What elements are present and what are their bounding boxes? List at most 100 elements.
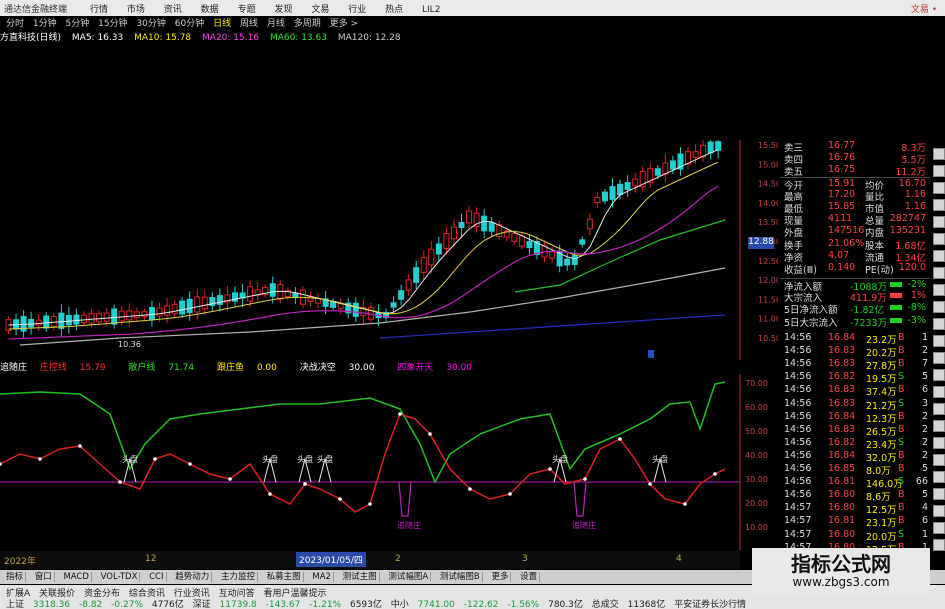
tab-30min[interactable]: 30分钟 bbox=[136, 19, 165, 29]
toolbar-button-icon[interactable] bbox=[933, 386, 945, 398]
tick-count: 3 bbox=[921, 397, 928, 409]
tab-settings[interactable]: 设置 bbox=[518, 572, 541, 582]
toolbar-button-icon[interactable] bbox=[933, 454, 945, 466]
toolbar-button-icon[interactable] bbox=[933, 301, 945, 313]
time-mark: 4 bbox=[676, 554, 682, 564]
index-amount: 4776亿 bbox=[151, 600, 184, 609]
toolbar-button-icon[interactable] bbox=[933, 420, 945, 432]
toolbar-button-icon[interactable] bbox=[933, 267, 945, 279]
tick-count: 6 bbox=[921, 384, 928, 396]
tab-test-b[interactable]: 测试幅图B bbox=[437, 572, 483, 582]
tick-volume: 23.1万 bbox=[866, 518, 897, 530]
toolbar-button-icon[interactable] bbox=[933, 318, 945, 330]
toolbar-button-icon[interactable] bbox=[933, 216, 945, 228]
redacted-area bbox=[0, 44, 945, 140]
tab-vol[interactable]: VOL-TDX bbox=[98, 572, 141, 582]
retail-line bbox=[0, 381, 726, 484]
toolbar-button-icon[interactable] bbox=[933, 335, 945, 347]
tab-ma2[interactable]: MA2 bbox=[310, 572, 334, 582]
tick-volume: 8.6万 bbox=[866, 492, 891, 504]
toolbar-button-icon[interactable] bbox=[933, 488, 945, 500]
toolbar-button-icon[interactable] bbox=[933, 437, 945, 449]
toolbar-button-icon[interactable] bbox=[933, 352, 945, 364]
tick-row: 14:56 16.83 26.5万 B 2 bbox=[780, 424, 930, 438]
low-price-label: 10.36 bbox=[118, 340, 141, 349]
toolbar-button-icon[interactable] bbox=[933, 284, 945, 296]
tab-more[interactable]: 更多 bbox=[489, 572, 512, 582]
tab-trend[interactable]: 趋势动力 bbox=[173, 572, 213, 582]
tab-test-main[interactable]: 测试主图 bbox=[340, 572, 380, 582]
menu-item-market[interactable]: 市场 bbox=[127, 5, 145, 15]
menu-item-quotes[interactable]: 行情 bbox=[90, 5, 108, 15]
tick-count: 5 bbox=[921, 371, 928, 383]
tab-cci[interactable]: CCI bbox=[147, 572, 167, 582]
tick-time: 14:56 bbox=[784, 463, 812, 474]
tab-15min[interactable]: 15分钟 bbox=[98, 19, 127, 29]
indicator-name[interactable]: 追随庄 bbox=[0, 363, 27, 373]
indicator-chart[interactable]: 头盘 头盘 头盘 头盘 头盘 头盘 追随庄 追随庄 70.0060.0050.0040.00… bbox=[0, 374, 778, 550]
toolbar-button-icon[interactable] bbox=[933, 233, 945, 245]
candle bbox=[103, 312, 110, 322]
candle bbox=[488, 222, 495, 232]
top-spike-label: 头盘 bbox=[652, 454, 668, 464]
toolbar-button-icon[interactable] bbox=[933, 250, 945, 262]
indicator-dot bbox=[188, 462, 192, 466]
menu-item-data[interactable]: 数据 bbox=[201, 5, 219, 15]
toolbar-button-icon[interactable] bbox=[933, 471, 945, 483]
tab-indicator[interactable]: 指标 bbox=[4, 572, 27, 582]
candle bbox=[398, 290, 405, 300]
quote-row: 现量 4111 总量 282747 bbox=[780, 213, 930, 227]
toolbar-button-icon[interactable] bbox=[933, 199, 945, 211]
tick-row: 14:56 16.82 23.4万 S 2 bbox=[780, 436, 930, 451]
menu-item-l2[interactable]: LIL2 bbox=[422, 5, 440, 15]
candle bbox=[88, 313, 95, 324]
index-change: -8.82 bbox=[78, 600, 103, 609]
toolbar-button-icon[interactable] bbox=[933, 505, 945, 517]
tick-price: 16.82 bbox=[828, 436, 856, 448]
candle bbox=[428, 248, 435, 266]
menu-item-hot[interactable]: 热点 bbox=[385, 5, 403, 15]
tab-main-monitor[interactable]: 主力监控 bbox=[218, 572, 258, 582]
tab-macd[interactable]: MACD bbox=[61, 572, 92, 582]
flow-pct: -2% bbox=[907, 279, 927, 290]
menu-item-discover[interactable]: 发现 bbox=[274, 5, 292, 15]
wenyi-link[interactable]: 文易 • bbox=[911, 2, 937, 15]
menu-item-topics[interactable]: 专题 bbox=[238, 5, 256, 15]
tab-window[interactable]: 窗口 bbox=[32, 572, 55, 582]
tab-multi-period[interactable]: 多周期 bbox=[294, 19, 321, 29]
tab-monthly[interactable]: 月线 bbox=[267, 19, 285, 29]
tab-test-a[interactable]: 测试幅图A bbox=[386, 572, 432, 582]
toolbar-button-icon[interactable] bbox=[933, 539, 945, 551]
menu-item-industry[interactable]: 行业 bbox=[348, 5, 366, 15]
kline-chart[interactable]: 15.5015.0014.5014.0013.5013.0012.5012.00… bbox=[0, 140, 778, 360]
candle bbox=[269, 283, 276, 297]
toolbar-button-icon[interactable] bbox=[933, 369, 945, 381]
ma-bar: 方直科技(日线) MA5: 16.33 MA10: 15.78 MA20: 15… bbox=[0, 30, 740, 44]
tab-weekly[interactable]: 周线 bbox=[240, 19, 258, 29]
tab-more[interactable]: 更多 > bbox=[330, 19, 358, 29]
news-ticker[interactable]: 平安证券长沙行情 bbox=[674, 600, 746, 609]
menu-item-news[interactable]: 资讯 bbox=[164, 5, 182, 15]
toolbar-button-icon[interactable] bbox=[933, 148, 945, 160]
menu-item-wenyi[interactable]: 文易 bbox=[311, 5, 329, 15]
candle bbox=[549, 251, 556, 259]
toolbar-button-icon[interactable] bbox=[933, 403, 945, 415]
tab-5min[interactable]: 5分钟 bbox=[66, 19, 90, 29]
tab-daily[interactable]: 日线 bbox=[213, 19, 231, 29]
tab-1min[interactable]: 1分钟 bbox=[33, 19, 57, 29]
candle bbox=[292, 292, 299, 299]
toolbar-button-icon[interactable] bbox=[933, 182, 945, 194]
toolbar-button-icon[interactable] bbox=[933, 522, 945, 534]
tick-list[interactable]: 14:56 16.84 23.2万 B 1 14:56 16.83 20.2万 B 2 14:56 1… bbox=[780, 332, 930, 568]
candle bbox=[632, 178, 639, 187]
tick-side: B bbox=[898, 463, 905, 474]
tab-60min[interactable]: 60分钟 bbox=[175, 19, 204, 29]
tab-private-main[interactable]: 私募主图 bbox=[264, 572, 304, 582]
tick-price: 16.84 bbox=[828, 410, 856, 422]
toolbar-button-icon[interactable] bbox=[933, 165, 945, 177]
tick-time: 14:56 bbox=[784, 371, 812, 383]
tab-intraday[interactable]: 分时 bbox=[6, 19, 24, 29]
tick-side: B bbox=[898, 449, 905, 461]
ma120-line bbox=[19, 267, 726, 346]
index-ticker: 上证 3318.36 -8.82 -0.27% 4776亿 深证 11739.8… bbox=[0, 597, 746, 609]
